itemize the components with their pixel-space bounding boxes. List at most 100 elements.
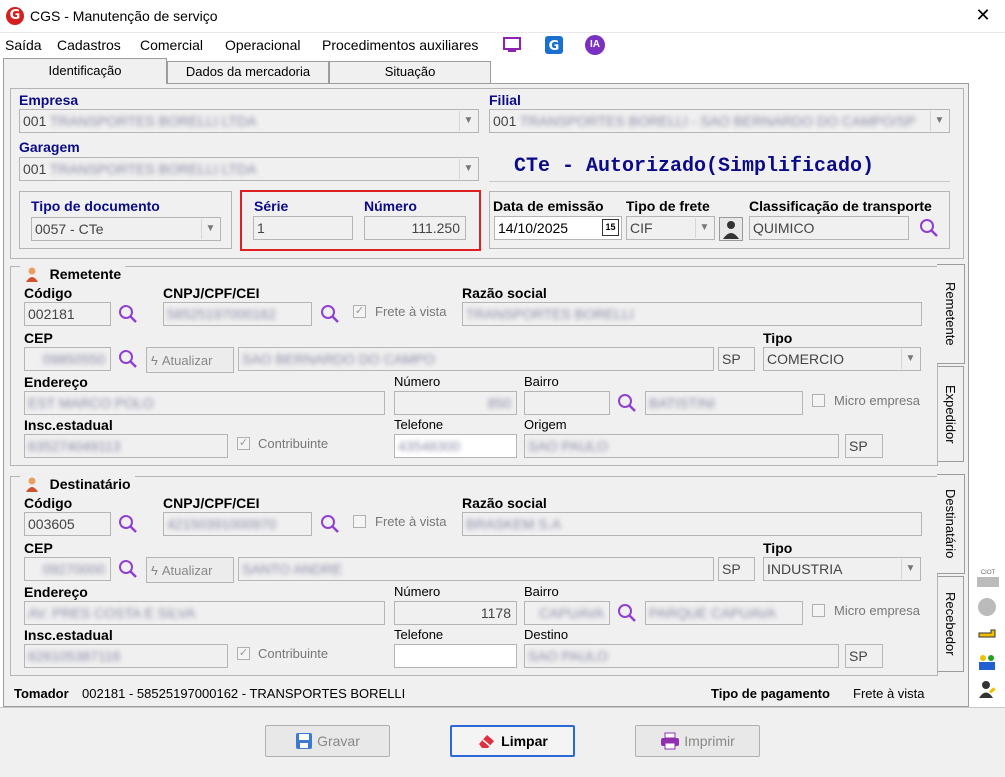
- menu-comercial[interactable]: Comercial: [140, 37, 203, 53]
- menu-saida[interactable]: Saída: [5, 37, 42, 53]
- lightning-icon: ϟ: [151, 562, 158, 578]
- dest-micro-label: Micro empresa: [834, 603, 920, 618]
- people-icon[interactable]: [977, 652, 997, 672]
- dest-codigo-label: Código: [24, 495, 73, 511]
- dest-cep-field[interactable]: 09270000: [24, 557, 111, 581]
- dest-razao-field[interactable]: BRASKEM S.A: [462, 512, 922, 536]
- user-edit-icon[interactable]: [977, 679, 997, 699]
- dest-uf-field[interactable]: SP: [718, 557, 755, 581]
- rem-origem-field[interactable]: SAO PAULO: [524, 434, 839, 458]
- rem-uf-field[interactable]: SP: [718, 347, 755, 371]
- rem-contribuinte-checkbox[interactable]: ✓: [237, 437, 250, 450]
- menu-cadastros[interactable]: Cadastros: [57, 37, 121, 53]
- data-emissao-field[interactable]: 14/10/2025 15: [494, 216, 622, 240]
- dest-cnpj-search-icon[interactable]: [320, 514, 340, 534]
- garagem-select[interactable]: 001 TRANSPORTES BORELLI LTDA ▼: [19, 157, 479, 181]
- destinatario-title: Destinatário: [49, 476, 131, 492]
- dest-cnpj-field[interactable]: 42150391000970: [163, 512, 312, 536]
- rem-codigo-search-icon[interactable]: [118, 304, 138, 324]
- dest-numero-field[interactable]: 1178: [394, 601, 517, 625]
- dest-cidade-field[interactable]: SANTO ANDRE: [238, 557, 714, 581]
- tab-dados-mercadoria[interactable]: Dados da mercadoria: [167, 61, 329, 83]
- menu-bar: Saída Cadastros Comercial Operacional Pr…: [0, 33, 1005, 57]
- dest-codigo-field[interactable]: 003605: [24, 512, 111, 536]
- dest-contribuinte-checkbox[interactable]: ✓: [237, 647, 250, 660]
- rem-cep-search-icon[interactable]: [118, 349, 138, 369]
- rem-bairro-field[interactable]: BATISTINI: [645, 391, 803, 415]
- rem-cep-field[interactable]: 09850550: [24, 347, 111, 371]
- filial-select[interactable]: 001 TRANSPORTES BORELLI - SAO BERNARDO D…: [489, 109, 950, 133]
- classificacao-label: Classificação de transporte: [749, 198, 932, 214]
- dest-razao-label: Razão social: [462, 495, 547, 511]
- serie-field[interactable]: 1: [253, 216, 353, 240]
- limpar-button[interactable]: Limpar: [450, 725, 575, 757]
- rem-endereco-label: Endereço: [24, 374, 88, 390]
- circle-icon[interactable]: [978, 598, 996, 616]
- rem-bairro-code-field[interactable]: [524, 391, 610, 415]
- calendar-icon[interactable]: 15: [602, 219, 619, 236]
- tipo-frete-label: Tipo de frete: [626, 198, 710, 214]
- dest-bairro-search-icon[interactable]: [617, 603, 637, 623]
- menu-procedimentos[interactable]: Procedimentos auxiliares: [322, 37, 478, 53]
- rem-bairro-search-icon[interactable]: [617, 393, 637, 413]
- dest-micro-checkbox[interactable]: [812, 604, 825, 617]
- dest-cep-search-icon[interactable]: [118, 559, 138, 579]
- dest-bairro-field[interactable]: PARQUE CAPUAVA: [645, 601, 803, 625]
- sidetab-remetente[interactable]: Remetente: [937, 264, 965, 364]
- rem-frete-vista-checkbox[interactable]: ✓: [353, 305, 366, 318]
- rem-cep-label: CEP: [24, 330, 53, 346]
- dest-endereco-field[interactable]: AV. PRES COSTA E SILVA: [24, 601, 385, 625]
- pointing-hand-icon[interactable]: [977, 625, 997, 643]
- remetente-header: Remetente: [20, 266, 126, 282]
- sidetab-expedidor[interactable]: Expedidor: [938, 366, 964, 462]
- dest-atualizar-button[interactable]: ϟ Atualizar: [146, 557, 234, 583]
- rem-numero-field[interactable]: 850: [394, 391, 517, 415]
- classificacao-search-icon[interactable]: [919, 218, 939, 238]
- dest-frete-vista-checkbox[interactable]: [353, 515, 366, 528]
- driver-icon[interactable]: [719, 217, 743, 241]
- close-button[interactable]: ✕: [968, 4, 998, 28]
- sidetab-destinatario[interactable]: Destinatário: [937, 474, 965, 574]
- rem-tipo-select[interactable]: COMERCIO ▼: [763, 347, 921, 371]
- rem-atualizar-button[interactable]: ϟ Atualizar: [146, 347, 234, 373]
- rem-razao-field[interactable]: TRANSPORTES BORELLI: [462, 302, 922, 326]
- numero-field[interactable]: 111.250: [364, 216, 466, 240]
- rem-cnpj-field[interactable]: 58525197000162: [163, 302, 312, 326]
- dest-destino-uf-field[interactable]: SP: [845, 644, 883, 668]
- ia-icon[interactable]: IA: [585, 35, 605, 55]
- dest-destino-field[interactable]: SAO PAULO: [524, 644, 839, 668]
- rem-micro-checkbox[interactable]: [812, 394, 825, 407]
- pagamento-label: Tipo de pagamento: [711, 686, 830, 701]
- gravar-button[interactable]: Gravar: [265, 725, 390, 757]
- ciot-icon[interactable]: CIOT: [977, 570, 999, 587]
- dest-telefone-field[interactable]: [394, 644, 517, 668]
- rem-telefone-field[interactable]: 43548300: [394, 434, 517, 458]
- rem-origem-uf-field[interactable]: SP: [845, 434, 883, 458]
- tab-situacao[interactable]: Situação: [329, 61, 491, 83]
- tipo-documento-select[interactable]: 0057 - CTe ▼: [31, 217, 221, 241]
- monitor-icon[interactable]: [502, 35, 522, 55]
- rem-ie-field[interactable]: 635274049113: [24, 434, 228, 458]
- dest-tipo-select[interactable]: INDUSTRIA ▼: [763, 557, 921, 581]
- rem-cidade-field[interactable]: SAO BERNARDO DO CAMPO: [238, 347, 714, 371]
- menu-operacional[interactable]: Operacional: [225, 37, 301, 53]
- sidetab-recebedor[interactable]: Recebedor: [938, 576, 964, 672]
- dest-codigo-search-icon[interactable]: [118, 514, 138, 534]
- imprimir-button[interactable]: Imprimir: [635, 725, 760, 757]
- rem-codigo-field[interactable]: 002181: [24, 302, 111, 326]
- dest-telefone-label: Telefone: [394, 627, 444, 642]
- classificacao-field[interactable]: QUIMICO: [749, 216, 909, 240]
- g-logo-icon[interactable]: G: [544, 35, 564, 55]
- tipo-frete-select[interactable]: CIF ▼: [626, 216, 715, 240]
- rem-cnpj-search-icon[interactable]: [320, 304, 340, 324]
- rem-origem-label: Origem: [524, 417, 567, 432]
- tab-identificacao[interactable]: Identificação: [3, 58, 167, 84]
- dest-ie-field[interactable]: 626105387116: [24, 644, 228, 668]
- dest-bairro-code-field[interactable]: CAPUAVA: [524, 601, 610, 625]
- dest-cnpj-label: CNPJ/CPF/CEI: [163, 495, 260, 511]
- serie-label: Série: [254, 198, 289, 214]
- dest-contribuinte-label: Contribuinte: [258, 646, 329, 661]
- empresa-select[interactable]: 001 TRANSPORTES BORELLI LTDA ▼: [19, 109, 479, 133]
- empresa-label: Empresa: [19, 92, 79, 108]
- rem-endereco-field[interactable]: EST MARCO POLO: [24, 391, 385, 415]
